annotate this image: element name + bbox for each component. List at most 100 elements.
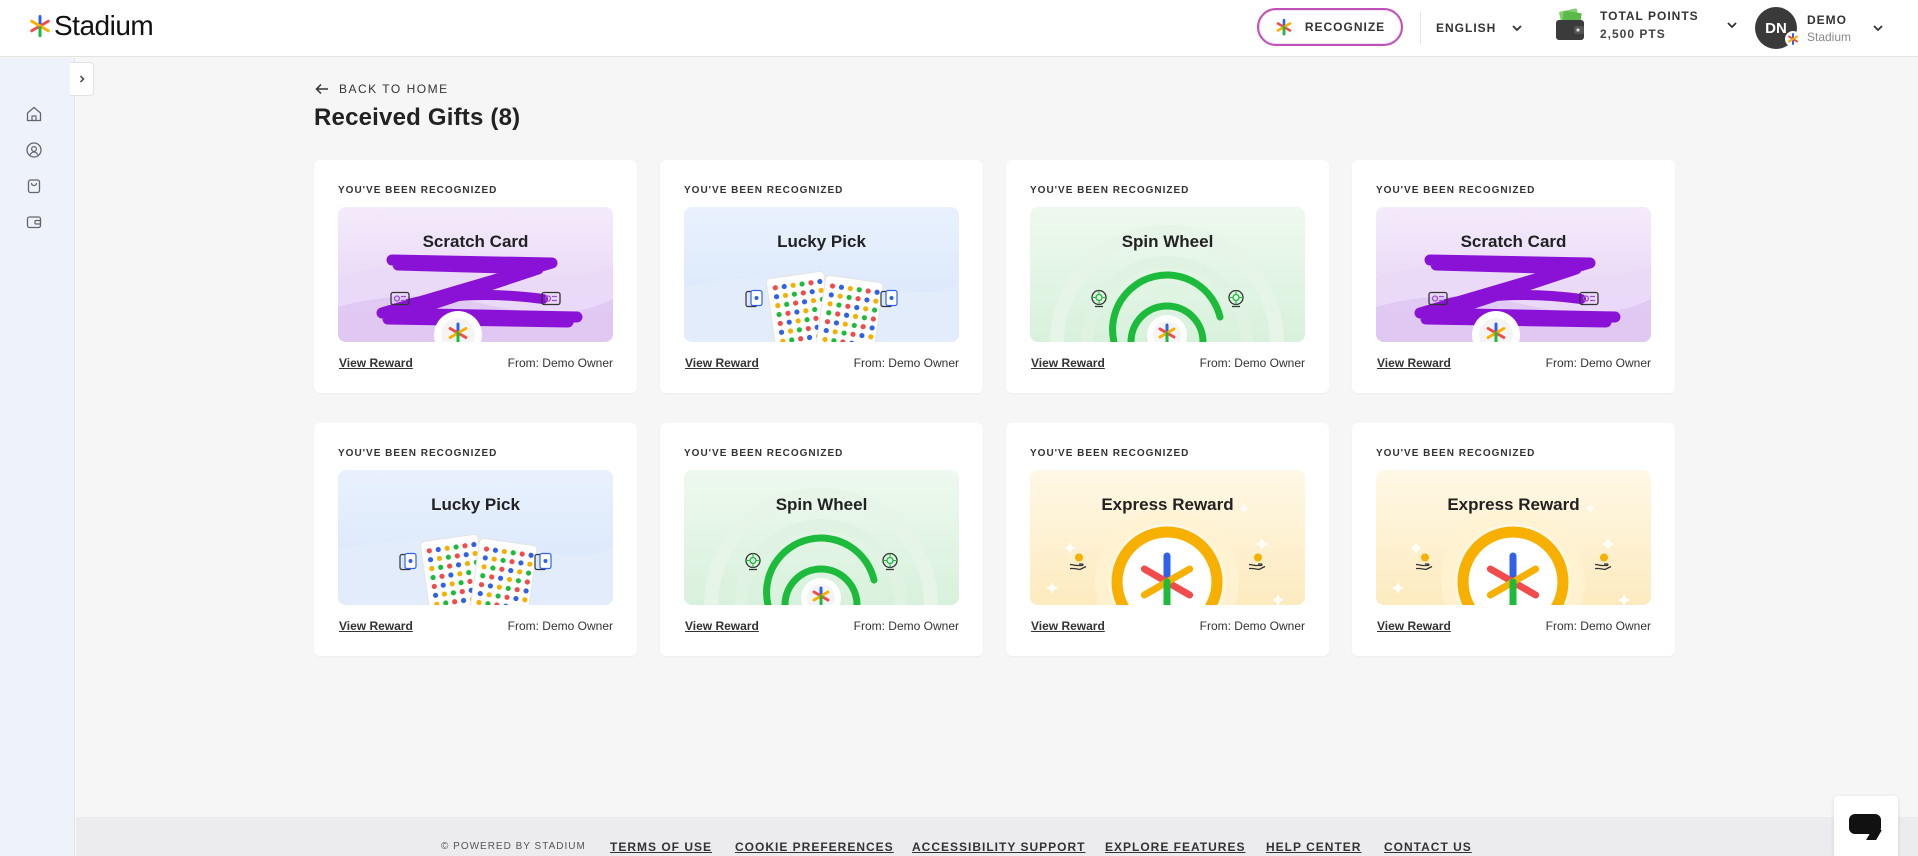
card-sender: From: Demo Owner xyxy=(853,619,959,633)
footer-link-accessibility[interactable]: ACCESSIBILITY SUPPORT xyxy=(912,840,1085,854)
card-artwork[interactable]: Scratch Card xyxy=(1376,207,1651,342)
gift-card-spin: YOU'VE BEEN RECOGNIZED Spin Wheel View R… xyxy=(1006,160,1329,393)
card-title-text: Spin Wheel xyxy=(775,495,868,514)
user-name: DEMO xyxy=(1807,12,1847,27)
card-title: Spin Wheel xyxy=(1030,231,1305,308)
footer-link-help-center[interactable]: HELP CENTER xyxy=(1266,840,1361,854)
card-title-text: Scratch Card xyxy=(422,232,529,251)
scratch-icon xyxy=(540,231,562,306)
express-icon xyxy=(1246,494,1268,571)
recognize-label: RECOGNIZE xyxy=(1304,20,1386,34)
back-to-home-link[interactable]: BACK TO HOME xyxy=(315,82,449,96)
gift-card-spin: YOU'VE BEEN RECOGNIZED Spin Wheel View R… xyxy=(660,423,983,656)
chevron-down-icon xyxy=(1512,25,1522,32)
footer-link-explore-features[interactable]: EXPLORE FEATURES xyxy=(1105,840,1245,854)
view-reward-link[interactable]: View Reward xyxy=(1031,356,1105,370)
sidebar-item-recognition[interactable] xyxy=(24,140,44,160)
card-eyebrow: YOU'VE BEEN RECOGNIZED xyxy=(338,185,498,196)
view-reward-link[interactable]: View Reward xyxy=(685,619,759,633)
sidebar-item-shop[interactable] xyxy=(24,176,44,196)
card-eyebrow: YOU'VE BEEN RECOGNIZED xyxy=(1376,448,1536,459)
top-navigation-bar: Stadium RECOGNIZE ENGLISH TOTAL POINTS 2 xyxy=(0,0,1918,57)
footer-link-contact-us[interactable]: CONTACT US xyxy=(1384,840,1472,854)
avatar-badge-icon xyxy=(1785,31,1801,47)
recognize-star-icon xyxy=(1276,18,1292,36)
card-title-text: Lucky Pick xyxy=(431,495,520,514)
card-sender: From: Demo Owner xyxy=(507,356,613,370)
scratch-icon xyxy=(1578,231,1600,306)
back-to-home-label: BACK TO HOME xyxy=(339,82,449,96)
lucky-icon xyxy=(397,494,419,571)
card-eyebrow: YOU'VE BEEN RECOGNIZED xyxy=(1376,185,1536,196)
card-artwork[interactable]: Spin Wheel xyxy=(1030,207,1305,342)
express-icon xyxy=(1592,494,1614,571)
language-selector[interactable]: ENGLISH xyxy=(1436,17,1524,39)
lucky-icon xyxy=(878,231,900,308)
card-sender: From: Demo Owner xyxy=(1199,356,1305,370)
total-points-menu[interactable]: TOTAL POINTS 2,500 PTS xyxy=(1554,8,1739,42)
gift-card-scratch: YOU'VE BEEN RECOGNIZED Scratch Card View… xyxy=(1352,160,1675,393)
view-reward-link[interactable]: View Reward xyxy=(1031,619,1105,633)
spin-icon xyxy=(879,494,901,571)
card-eyebrow: YOU'VE BEEN RECOGNIZED xyxy=(338,448,498,459)
gift-card-scratch: YOU'VE BEEN RECOGNIZED Scratch Card View… xyxy=(314,160,637,393)
gift-card-lucky: YOU'VE BEEN RECOGNIZED Lucky Pick View R… xyxy=(314,423,637,656)
express-icon xyxy=(1067,494,1089,571)
card-artwork[interactable]: Spin Wheel xyxy=(684,470,959,605)
gift-card-lucky: YOU'VE BEEN RECOGNIZED Lucky Pick View R… xyxy=(660,160,983,393)
card-title: Scratch Card xyxy=(1376,231,1651,306)
card-title-text: Express Reward xyxy=(1101,495,1234,514)
card-eyebrow: YOU'VE BEEN RECOGNIZED xyxy=(1030,185,1190,196)
card-artwork[interactable]: Lucky Pick xyxy=(338,470,613,605)
card-title: Lucky Pick xyxy=(338,494,613,571)
view-reward-link[interactable]: View Reward xyxy=(1377,356,1451,370)
card-title-text: Express Reward xyxy=(1447,495,1580,514)
card-artwork[interactable]: Scratch Card xyxy=(338,207,613,342)
app-name: Stadium xyxy=(54,10,154,41)
footer-copyright: © POWERED BY STADIUM xyxy=(441,841,586,852)
sidebar-item-wallet[interactable] xyxy=(24,212,44,232)
lucky-icon xyxy=(743,231,765,308)
view-reward-link[interactable]: View Reward xyxy=(339,619,413,633)
avatar-initials: DN xyxy=(1765,19,1787,37)
card-sender: From: Demo Owner xyxy=(853,356,959,370)
view-reward-link[interactable]: View Reward xyxy=(339,356,413,370)
footer: © POWERED BY STADIUM TERMS OF USE COOKIE… xyxy=(76,817,1918,856)
home-icon xyxy=(26,106,42,122)
gift-card-express: YOU'VE BEEN RECOGNIZED Express Reward Vi… xyxy=(1006,423,1329,656)
card-title: Express Reward xyxy=(1376,494,1651,571)
card-eyebrow: YOU'VE BEEN RECOGNIZED xyxy=(684,185,844,196)
card-eyebrow: YOU'VE BEEN RECOGNIZED xyxy=(1030,448,1190,459)
card-artwork[interactable]: Express Reward xyxy=(1030,470,1305,605)
user-menu[interactable]: DN DEMO Stadium xyxy=(1755,7,1885,49)
gift-card-express: YOU'VE BEEN RECOGNIZED Express Reward Vi… xyxy=(1352,423,1675,656)
card-sender: From: Demo Owner xyxy=(1545,619,1651,633)
card-artwork[interactable]: Express Reward xyxy=(1376,470,1651,605)
lucky-icon xyxy=(532,494,554,571)
card-title-text: Spin Wheel xyxy=(1121,232,1214,251)
footer-link-terms[interactable]: TERMS OF USE xyxy=(610,840,712,854)
card-title-text: Lucky Pick xyxy=(777,232,866,251)
view-reward-link[interactable]: View Reward xyxy=(1377,619,1451,633)
spin-icon xyxy=(1225,231,1247,308)
stadium-star-icon xyxy=(30,15,50,37)
card-eyebrow: YOU'VE BEEN RECOGNIZED xyxy=(684,448,844,459)
stadium-logo[interactable]: Stadium xyxy=(30,10,154,42)
sidebar-expand-button[interactable] xyxy=(70,62,94,96)
arrow-left-icon xyxy=(315,83,328,95)
chevron-right-icon xyxy=(79,75,85,83)
scratch-icon xyxy=(389,231,411,306)
scratch-icon xyxy=(1427,231,1449,306)
chat-support-button[interactable] xyxy=(1834,796,1898,856)
express-icon xyxy=(1413,494,1435,571)
card-title: Lucky Pick xyxy=(684,231,959,308)
sidebar xyxy=(0,58,75,856)
sidebar-item-home[interactable] xyxy=(24,104,44,124)
recognition-icon xyxy=(26,142,42,158)
chevron-down-icon xyxy=(1873,25,1883,32)
user-organization: Stadium xyxy=(1807,29,1852,44)
card-artwork[interactable]: Lucky Pick xyxy=(684,207,959,342)
footer-link-cookie-preferences[interactable]: COOKIE PREFERENCES xyxy=(735,840,894,854)
recognize-button[interactable]: RECOGNIZE xyxy=(1257,8,1403,46)
view-reward-link[interactable]: View Reward xyxy=(685,356,759,370)
